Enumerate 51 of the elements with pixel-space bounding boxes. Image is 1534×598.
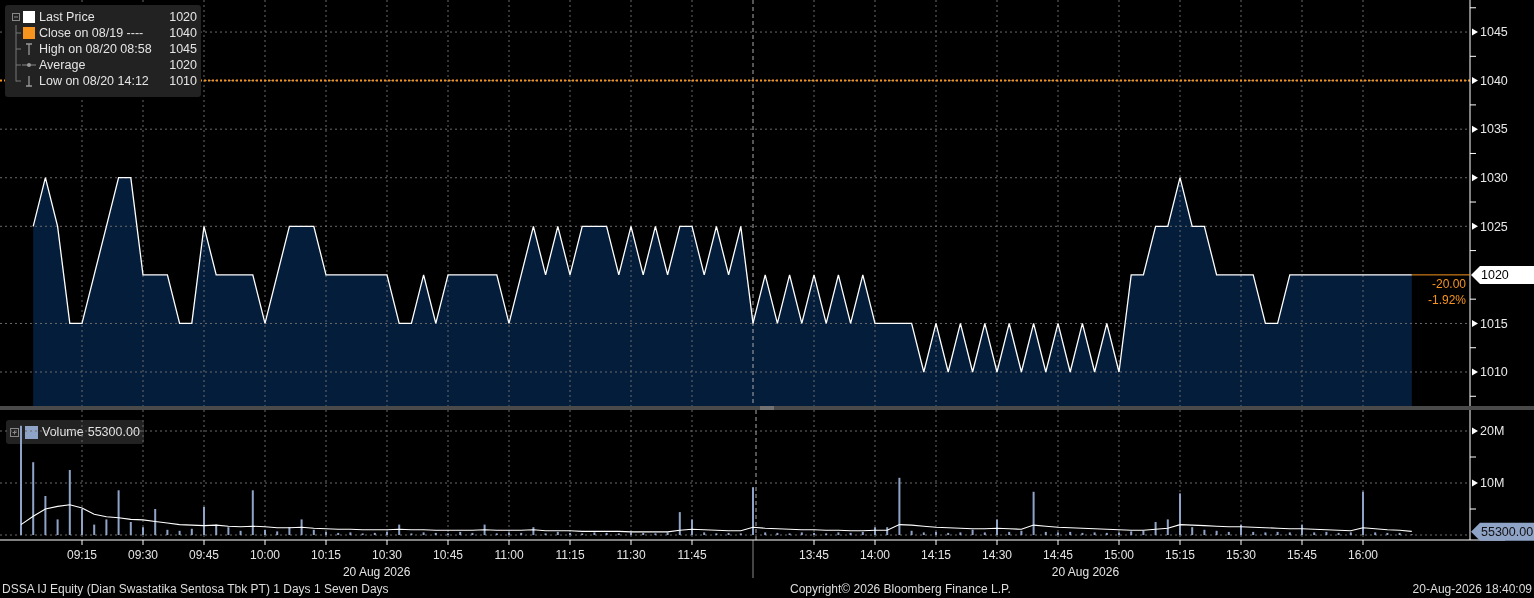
axis-label: 1025 [1480, 219, 1508, 234]
axis-label: 15:00 [1104, 548, 1134, 562]
axis-label: 1015 [1480, 316, 1508, 331]
legend-label: Close on 08/19 ---- [39, 24, 144, 42]
percent-change: -1.92% [1427, 292, 1466, 307]
axis-label: 1040 [1480, 73, 1508, 88]
axis-label: 11:00 [494, 548, 524, 562]
last-volume-tag: 55300.00 [1471, 522, 1534, 541]
axis-label: 14:30 [982, 548, 1012, 562]
axis-label: 09:45 [189, 548, 219, 562]
date-label: 20 Aug 2026 [1051, 565, 1120, 579]
axis-label: 1010 [1480, 365, 1508, 380]
security-description: DSSA IJ Equity (Dian Swastatika Sentosa Tbk PT) 1 Days 1 Seven Days [2, 581, 390, 598]
axis-label: 14:45 [1043, 548, 1073, 562]
axis-label: 1030 [1480, 171, 1508, 186]
axis-label: 14:15 [921, 548, 951, 562]
legend-value: 1020 [169, 56, 197, 74]
legend-value: 1045 [169, 40, 197, 58]
axis-label: 10:15 [311, 548, 341, 562]
axis-label: 13:45 [799, 548, 829, 562]
legend-value: 1010 [169, 72, 197, 90]
legend-label: Low on 08/20 14:12 [39, 72, 149, 90]
axis-label: 1045 [1480, 25, 1508, 40]
axis-label: 14:00 [860, 548, 890, 562]
legend-label: Average [39, 56, 86, 74]
timestamp: 20-Aug-2026 18:40:09 [1412, 581, 1532, 598]
axis-label: 15:30 [1226, 548, 1256, 562]
axis-label: 15:45 [1287, 548, 1317, 562]
date-label: 20 Aug 2026 [342, 565, 411, 579]
axis-label: 11:15 [555, 548, 585, 562]
axis-label: 10M [1480, 476, 1505, 491]
axis-label: 11:45 [677, 548, 707, 562]
legend-value: 55300.00 [87, 423, 140, 441]
axis-label: 09:30 [128, 548, 158, 562]
axis-label: 1035 [1480, 122, 1508, 137]
axis-label: 20M [1480, 424, 1505, 439]
axis-label: 10:00 [250, 548, 280, 562]
axis-label: 16:00 [1348, 548, 1378, 562]
legend-label: Volume [42, 423, 84, 441]
last-price-tag: 1020 [1471, 265, 1534, 284]
price-change: -20.00 [1431, 276, 1466, 291]
axis-label: 10:30 [372, 548, 402, 562]
axis-label: 10:45 [433, 548, 463, 562]
legend-label: High on 08/20 08:58 [39, 40, 152, 58]
axis-label: 11:30 [616, 548, 646, 562]
axis-label: 09:15 [67, 548, 97, 562]
axis-label: 15:15 [1165, 548, 1195, 562]
copyright-notice: Copyright© 2026 Bloomberg Finance L.P. [790, 581, 1011, 598]
legend-label: Last Price [39, 8, 95, 26]
legend-value: 1020 [169, 8, 197, 26]
legend-value: 1040 [169, 24, 197, 42]
